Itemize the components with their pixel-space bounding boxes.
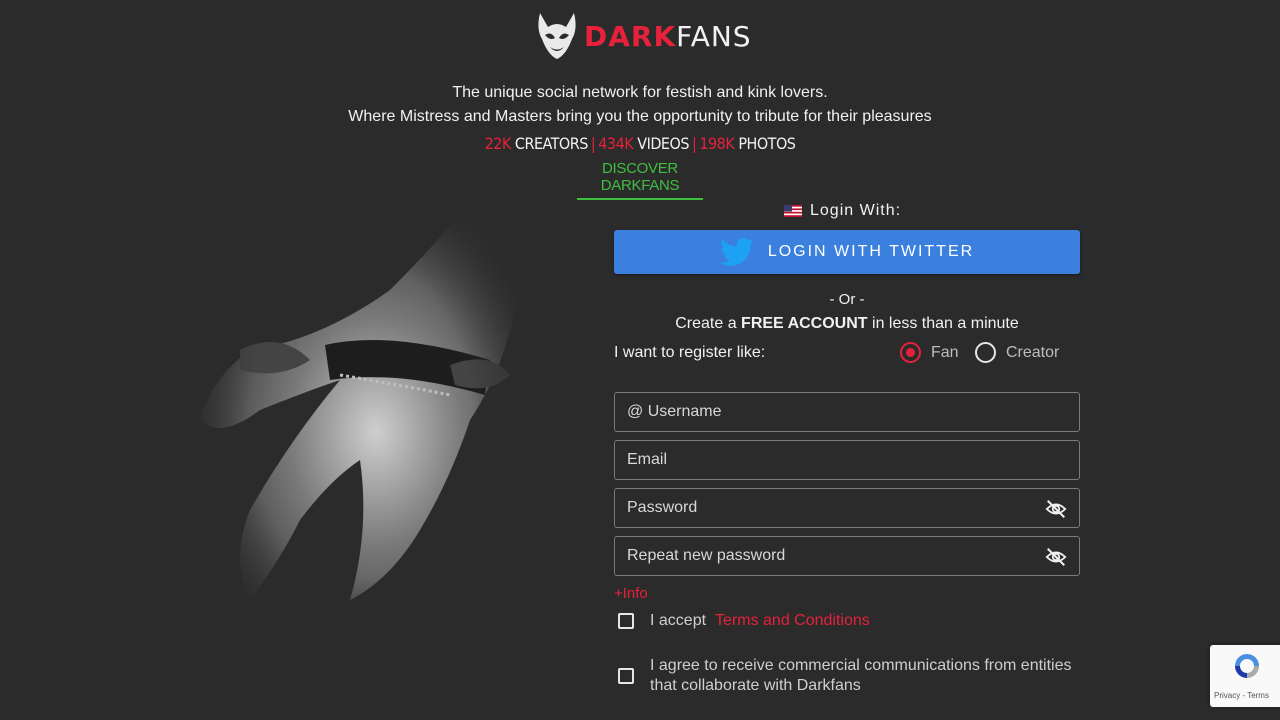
create-account-text: Create a FREE ACCOUNT in less than a min… (675, 315, 1019, 332)
password-input[interactable] (615, 489, 1079, 527)
password-field-wrapper (614, 488, 1080, 528)
stat-photos-count: 198K (699, 134, 735, 153)
accept-label: I accept (650, 612, 707, 629)
login-twitter-label: LOGIN WITH TWITTER (767, 243, 975, 260)
info-link[interactable]: +Info (614, 585, 648, 602)
us-flag-icon[interactable] (784, 205, 802, 217)
register-type-row: I want to register like: Fan Creator (614, 342, 1080, 366)
repeat-password-field-wrapper (614, 536, 1080, 576)
stat-creators-count: 22K (484, 134, 512, 153)
logo-fans-text: FANS (676, 19, 752, 53)
site-stats: 22K CREATORS | 434K VIDEOS | 198K PHOTOS (484, 134, 796, 153)
radio-fan[interactable]: Fan (900, 342, 959, 363)
stat-creators-label: CREATORS (514, 134, 589, 153)
tagline-line-1: The unique social network for festish an… (452, 84, 828, 101)
username-input[interactable] (615, 393, 1079, 431)
radio-fan-label: Fan (931, 343, 959, 361)
login-with-label: Login With: (810, 202, 902, 219)
discover-darkfans-link[interactable]: DISCOVER DARKFANS (577, 160, 703, 200)
stat-photos-label: PHOTOS (738, 134, 796, 153)
login-twitter-button[interactable]: LOGIN WITH TWITTER (614, 230, 1080, 274)
radio-fan-selected-icon[interactable] (900, 342, 921, 363)
radio-creator-label: Creator (1006, 343, 1060, 361)
terms-checkbox-row: I accept Terms and Conditions (614, 612, 870, 630)
stat-videos-count: 434K (598, 134, 634, 153)
eye-off-icon[interactable] (1045, 546, 1067, 568)
radio-creator[interactable]: Creator (975, 342, 1059, 363)
email-input[interactable] (615, 441, 1079, 479)
terms-link[interactable]: Terms and Conditions (715, 612, 870, 630)
logo-dark-text: DARK (584, 19, 677, 53)
or-divider: - Or - (829, 291, 865, 308)
recaptcha-links[interactable]: Privacy - Terms (1214, 691, 1269, 700)
email-field-wrapper (614, 440, 1080, 480)
repeat-password-input[interactable] (615, 537, 1079, 575)
twitter-icon (719, 237, 754, 266)
recaptcha-icon (1235, 654, 1259, 678)
recaptcha-badge[interactable]: Privacy - Terms (1210, 645, 1280, 707)
terms-checkbox[interactable] (618, 613, 634, 629)
mask-logo-icon (538, 13, 576, 59)
tagline-line-2: Where Mistress and Masters bring you the… (348, 108, 932, 125)
radio-creator-icon[interactable] (975, 342, 996, 363)
commercial-checkbox[interactable] (618, 668, 634, 684)
login-with-row: Login With: (784, 202, 901, 220)
register-type-label: I want to register like: (614, 344, 766, 361)
commercial-label: I agree to receive commercial communicat… (650, 657, 1072, 694)
free-account-emphasis: FREE ACCOUNT (741, 315, 868, 332)
eye-off-icon[interactable] (1045, 498, 1067, 520)
darkfans-logo[interactable]: DARKFANS (536, 10, 752, 62)
stat-videos-label: VIDEOS (637, 134, 689, 153)
commercial-checkbox-row: I agree to receive commercial communicat… (614, 656, 1080, 696)
hero-photo (190, 180, 530, 660)
username-field-wrapper (614, 392, 1080, 432)
